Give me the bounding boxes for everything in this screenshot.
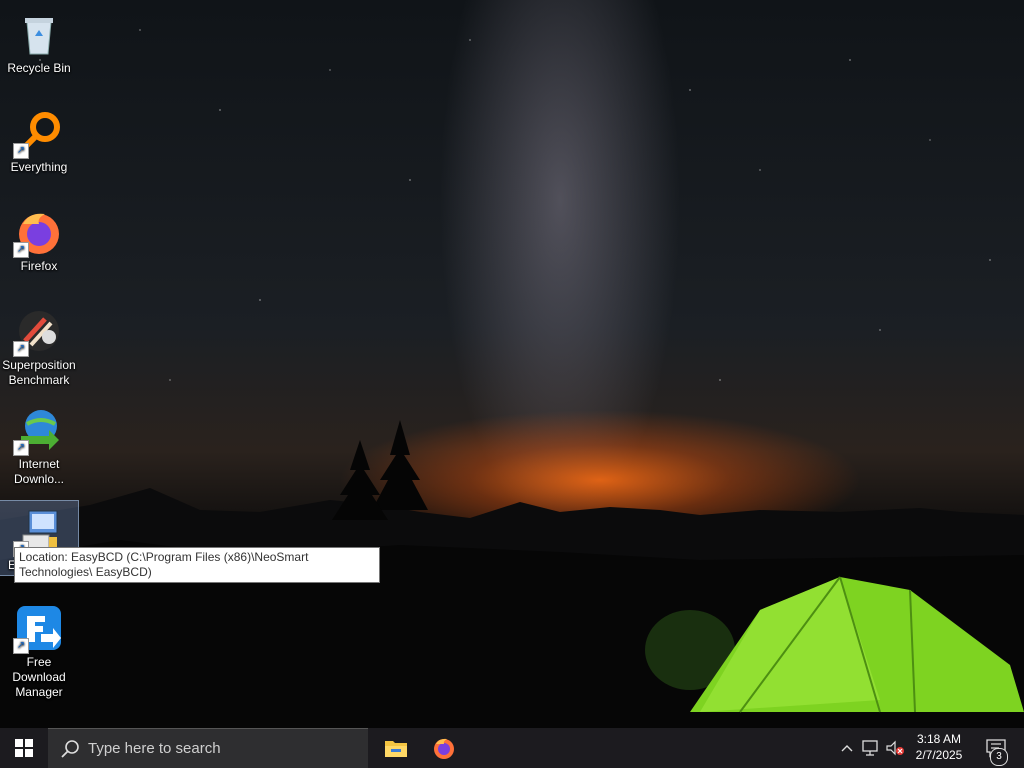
desktop[interactable]: Recycle Bin ↗ Everything ↗ Firefox ↗ Sup…: [0, 0, 1024, 728]
taskbar-firefox[interactable]: [420, 728, 468, 768]
recycle-bin-icon: [15, 10, 63, 58]
firefox-icon: [434, 738, 454, 759]
search-icon: [61, 739, 79, 758]
desktop-icon-label: Everything: [10, 160, 68, 174]
shortcut-arrow-icon: ↗: [13, 638, 29, 654]
network-status-button[interactable]: [860, 728, 882, 768]
desktop-icon-label: Download: [12, 670, 66, 684]
desktop-icon-everything[interactable]: ↗ Everything: [0, 103, 78, 177]
internet-download-manager-icon: ↗: [13, 406, 63, 456]
desktop-icon-label: Firefox: [20, 259, 58, 273]
everything-search-icon: ↗: [13, 109, 63, 159]
taskbar-search-box[interactable]: Type here to search: [48, 728, 368, 768]
superposition-benchmark-icon: ↗: [13, 307, 63, 357]
volume-muted-icon: [886, 740, 904, 756]
icon-location-tooltip: Location: EasyBCD (C:\Program Files (x86…: [14, 547, 380, 583]
taskbar-file-explorer[interactable]: [372, 728, 420, 768]
desktop-icon-label: Internet: [18, 457, 60, 471]
taskbar: Type here to search 3:18 AM 2/7/2025 3: [0, 728, 1024, 768]
firefox-icon: ↗: [13, 208, 63, 258]
free-download-manager-icon: ↗: [13, 604, 63, 654]
desktop-icon-firefox[interactable]: ↗ Firefox: [0, 202, 78, 276]
clock-time: 3:18 AM: [916, 732, 962, 746]
taskbar-clock[interactable]: 3:18 AM 2/7/2025: [906, 731, 972, 763]
search-placeholder: Type here to search: [88, 740, 221, 757]
volume-button[interactable]: [884, 728, 906, 768]
network-icon: [862, 740, 878, 756]
desktop-icon-free-download-manager[interactable]: ↗ Free Download Manager: [0, 598, 78, 702]
notification-count-badge: 3: [990, 748, 1008, 766]
desktop-icon-label: Benchmark: [8, 373, 70, 387]
desktop-icon-recycle-bin[interactable]: Recycle Bin: [0, 4, 78, 78]
shortcut-arrow-icon: ↗: [13, 341, 29, 357]
show-hidden-icons-button[interactable]: [836, 728, 858, 768]
windows-logo-icon: [15, 739, 33, 757]
clock-date: 2/7/2025: [915, 748, 963, 762]
desktop-icon-superposition-benchmark[interactable]: ↗ Superposition Benchmark: [0, 301, 78, 389]
desktop-icon-label: Superposition: [2, 358, 76, 372]
file-explorer-icon: [385, 741, 407, 757]
desktop-icon-internet-download-manager[interactable]: ↗ Internet Downlo...: [0, 400, 78, 488]
start-button[interactable]: [0, 728, 48, 768]
shortcut-arrow-icon: ↗: [13, 440, 29, 456]
desktop-icon-label: Downlo...: [13, 472, 65, 486]
shortcut-arrow-icon: ↗: [13, 242, 29, 258]
desktop-icon-label: Manager: [15, 685, 63, 699]
desktop-icon-label: Recycle Bin: [7, 61, 71, 75]
shortcut-arrow-icon: ↗: [13, 143, 29, 159]
desktop-icon-label: Free: [26, 655, 52, 669]
chevron-up-icon: [841, 745, 853, 752]
wallpaper-landscape: [0, 420, 1024, 728]
